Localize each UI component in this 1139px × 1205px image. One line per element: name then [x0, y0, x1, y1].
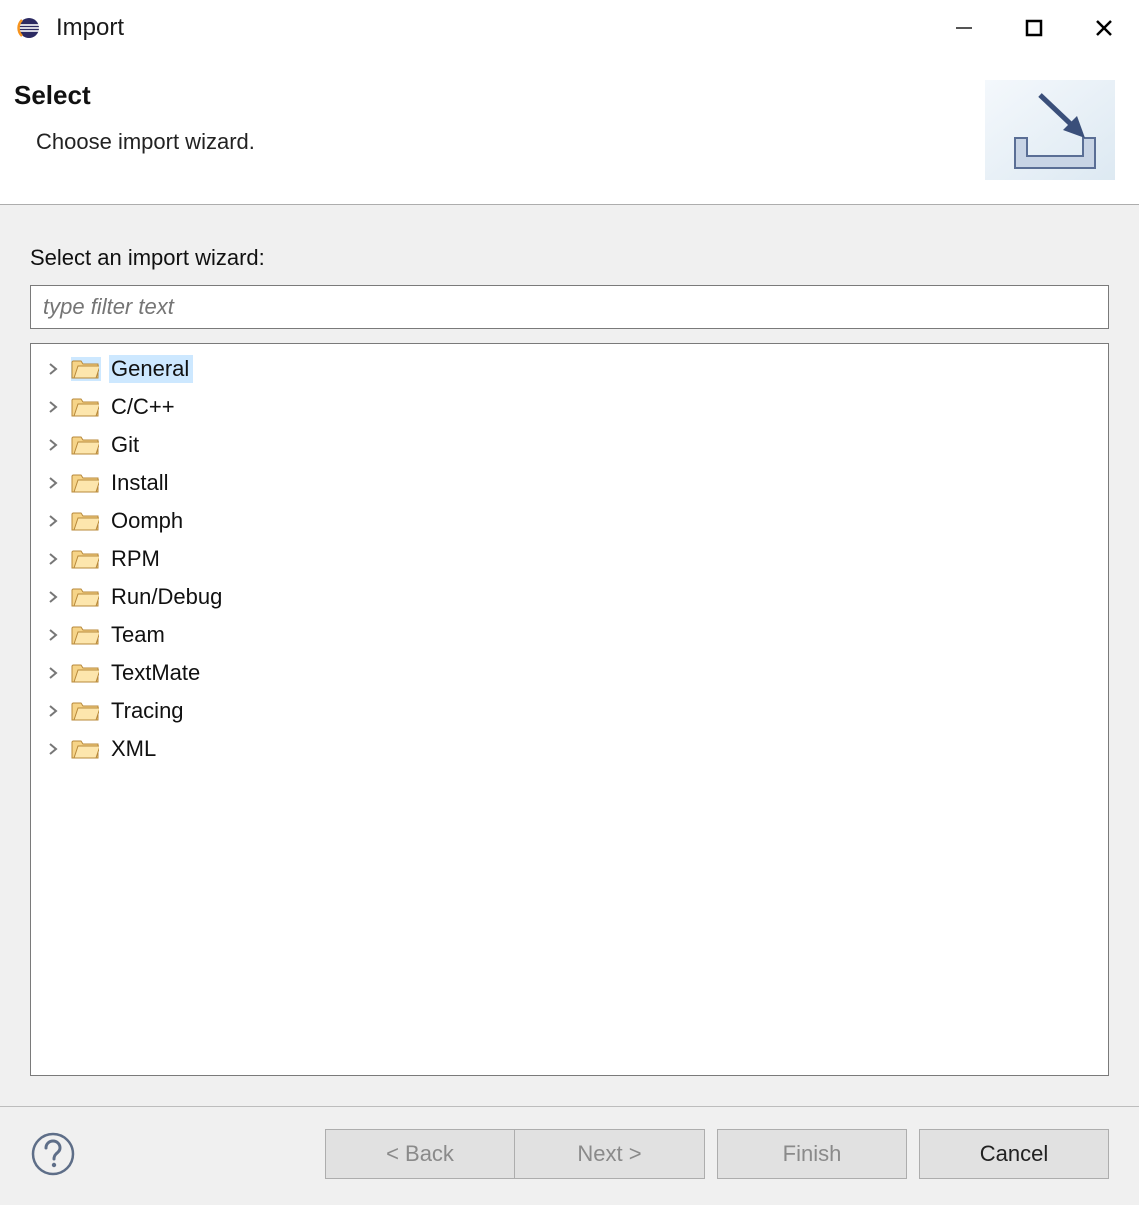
chevron-right-icon[interactable]	[45, 475, 61, 491]
tree-item-label: TextMate	[109, 659, 204, 687]
filter-input[interactable]	[30, 285, 1109, 329]
wizard-heading: Select	[14, 80, 255, 111]
tree-item-label: RPM	[109, 545, 164, 573]
import-icon	[985, 80, 1115, 180]
window-title: Import	[56, 14, 929, 42]
finish-button[interactable]: Finish	[717, 1129, 907, 1179]
back-button[interactable]: < Back	[325, 1129, 515, 1179]
folder-icon	[71, 357, 101, 381]
tree-item-label: Team	[109, 621, 169, 649]
window-controls	[929, 0, 1139, 56]
folder-icon	[71, 699, 101, 723]
help-icon[interactable]	[30, 1131, 76, 1177]
tree-item[interactable]: XML	[39, 730, 1100, 768]
tree-item-label: General	[109, 355, 193, 383]
tree-item-label: Install	[109, 469, 172, 497]
folder-icon	[71, 471, 101, 495]
next-button[interactable]: Next >	[515, 1129, 705, 1179]
eclipse-icon	[16, 16, 40, 40]
tree-item[interactable]: RPM	[39, 540, 1100, 578]
titlebar: Import	[0, 0, 1139, 56]
content-label: Select an import wizard:	[30, 245, 1109, 271]
tree-item-label: Git	[109, 431, 143, 459]
wizard-footer: < Back Next > Finish Cancel	[0, 1106, 1139, 1205]
wizard-banner: Select Choose import wizard.	[0, 56, 1139, 205]
minimize-button[interactable]	[929, 0, 999, 56]
tree-item[interactable]: TextMate	[39, 654, 1100, 692]
chevron-right-icon[interactable]	[45, 741, 61, 757]
chevron-right-icon[interactable]	[45, 513, 61, 529]
tree-item[interactable]: Tracing	[39, 692, 1100, 730]
tree-item[interactable]: C/C++	[39, 388, 1100, 426]
tree-item[interactable]: Run/Debug	[39, 578, 1100, 616]
tree-item[interactable]: Install	[39, 464, 1100, 502]
wizard-content: Select an import wizard: General C/C++ G…	[0, 205, 1139, 1106]
tree-item-label: Run/Debug	[109, 583, 226, 611]
tree-item[interactable]: Oomph	[39, 502, 1100, 540]
folder-icon	[71, 547, 101, 571]
chevron-right-icon[interactable]	[45, 361, 61, 377]
folder-icon	[71, 509, 101, 533]
wizard-tree[interactable]: General C/C++ Git Install Oomph RPM Run/…	[30, 343, 1109, 1076]
close-button[interactable]	[1069, 0, 1139, 56]
chevron-right-icon[interactable]	[45, 703, 61, 719]
folder-icon	[71, 661, 101, 685]
maximize-button[interactable]	[999, 0, 1069, 56]
folder-icon	[71, 433, 101, 457]
folder-icon	[71, 737, 101, 761]
chevron-right-icon[interactable]	[45, 627, 61, 643]
chevron-right-icon[interactable]	[45, 437, 61, 453]
tree-item[interactable]: Team	[39, 616, 1100, 654]
folder-icon	[71, 623, 101, 647]
tree-item-label: XML	[109, 735, 160, 763]
tree-item[interactable]: General	[39, 350, 1100, 388]
tree-item-label: C/C++	[109, 393, 179, 421]
tree-item[interactable]: Git	[39, 426, 1100, 464]
chevron-right-icon[interactable]	[45, 399, 61, 415]
folder-icon	[71, 585, 101, 609]
tree-item-label: Oomph	[109, 507, 187, 535]
chevron-right-icon[interactable]	[45, 551, 61, 567]
folder-icon	[71, 395, 101, 419]
tree-item-label: Tracing	[109, 697, 188, 725]
chevron-right-icon[interactable]	[45, 589, 61, 605]
wizard-subtext: Choose import wizard.	[36, 129, 255, 155]
chevron-right-icon[interactable]	[45, 665, 61, 681]
cancel-button[interactable]: Cancel	[919, 1129, 1109, 1179]
